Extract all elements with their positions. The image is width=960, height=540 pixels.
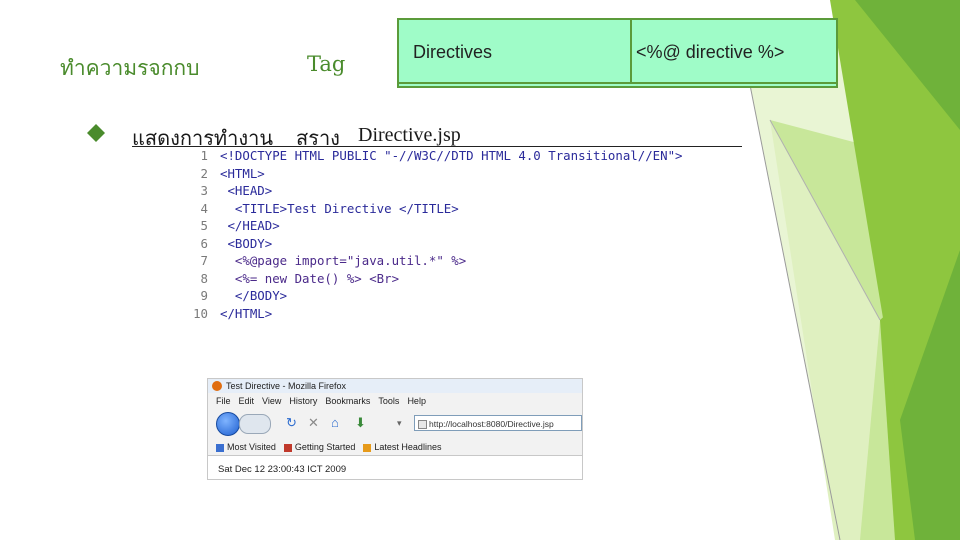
address-bar[interactable]: http://localhost:8080/Directive.jsp: [414, 415, 582, 431]
bookmark-item[interactable]: Getting Started: [283, 442, 356, 452]
menu-item-view[interactable]: View: [262, 396, 281, 406]
menu-item-help[interactable]: Help: [407, 396, 426, 406]
menu-item-bookmarks[interactable]: Bookmarks: [325, 396, 370, 406]
page-content: Sat Dec 12 23:00:43 ICT 2009: [208, 456, 582, 479]
line-number: 7: [200, 253, 208, 268]
browser-screenshot: Test Directive - Mozilla Firefox File Edi…: [207, 378, 583, 480]
code-text: <BODY>: [220, 235, 273, 251]
menu-item-tools[interactable]: Tools: [378, 396, 399, 406]
code-text: <HEAD>: [220, 183, 273, 198]
code-line: 6 <BODY>: [190, 235, 273, 254]
menu-item-file[interactable]: File: [216, 396, 231, 406]
line-number: 4: [200, 200, 208, 216]
code-listing: 1 <!DOCTYPE HTML PUBLIC "-//W3C//DTD HTML…: [190, 148, 745, 334]
menu-item-edit[interactable]: Edit: [239, 396, 255, 406]
slide-title-tag: Tag: [307, 52, 346, 76]
directive-syntax-cell: <%@ directive %>: [636, 42, 785, 62]
line-number: 3: [200, 183, 208, 198]
table-row-divider: [399, 82, 836, 84]
menu-item-history[interactable]: History: [289, 396, 317, 406]
code-line: 4 <TITLE>Test Directive </TITLE>: [190, 201, 459, 219]
line-number: 2: [200, 165, 208, 181]
directives-cell: Directives: [399, 20, 632, 84]
code-text: </BODY>: [220, 288, 288, 303]
bookmark-icon: [283, 443, 292, 452]
dropdown-icon[interactable]: ▾: [397, 416, 402, 430]
bookmark-label: Getting Started: [294, 442, 356, 452]
code-line: 1 <!DOCTYPE HTML PUBLIC "-//W3C//DTD HTML…: [190, 148, 683, 166]
line-number: 5: [200, 218, 208, 233]
bookmarks-toolbar: Most Visited Getting Started Latest Headli…: [208, 439, 582, 456]
code-line: 9 </BODY>: [190, 288, 288, 306]
code-line: 8 <%= new Date() %> <Br>: [190, 270, 400, 289]
code-text: <!DOCTYPE HTML PUBLIC "-//W3C//DTD HTML …: [220, 148, 683, 163]
line-number: 6: [200, 235, 208, 251]
bookmark-item[interactable]: Latest Headlines: [363, 442, 441, 452]
line-number: 10: [193, 305, 208, 321]
bookmark-icon: [216, 443, 224, 452]
browser-window-title: Test Directive - Mozilla Firefox: [226, 381, 347, 391]
line-number: 8: [200, 270, 208, 286]
line-number: 9: [200, 288, 208, 303]
bookmark-icon: [363, 443, 372, 452]
slide-title: ทำความรจกกบ: [60, 56, 200, 80]
bookmark-label: Latest Headlines: [374, 442, 442, 452]
firefox-icon: [212, 381, 222, 391]
bullet-filename: Directive.jsp: [358, 124, 461, 146]
browser-title-bar: Test Directive - Mozilla Firefox: [208, 379, 582, 393]
code-line: 5 </HEAD>: [190, 218, 280, 236]
code-text: </HTML>: [220, 305, 273, 321]
browser-menu-bar: File Edit View History Bookmarks Tools Help: [208, 394, 582, 408]
reload-icon[interactable]: ↻: [286, 416, 297, 430]
code-text: <HTML>: [220, 165, 265, 181]
code-text: </HEAD>: [220, 218, 280, 233]
page-icon: [418, 420, 427, 429]
code-line: 10 </HTML>: [190, 306, 272, 324]
diamond-bullet-icon: [87, 124, 105, 142]
forward-button[interactable]: [239, 414, 271, 434]
bookmark-label: Most Visited: [227, 442, 276, 452]
bullet-underline: [132, 146, 742, 147]
stop-icon[interactable]: ✕: [308, 416, 319, 430]
back-button[interactable]: [216, 412, 240, 436]
browser-nav-toolbar: ↻ ✕ ⌂ ⬇ ▾ http://localhost:8080/Directiv…: [208, 409, 582, 437]
code-line: 2 <HTML>: [190, 166, 265, 184]
home-icon[interactable]: ⌂: [331, 416, 339, 430]
code-text: <%@page import="java.util.*" %>: [220, 253, 467, 268]
code-text: <%= new Date() %> <Br>: [220, 270, 400, 286]
bookmark-item[interactable]: Most Visited: [216, 442, 276, 452]
address-bar-url: http://localhost:8080/Directive.jsp: [429, 419, 554, 429]
line-number: 1: [200, 148, 208, 163]
code-text: <TITLE>Test Directive </TITLE>: [220, 200, 459, 216]
code-line: 3 <HEAD>: [190, 183, 273, 201]
code-line: 7 <%@page import="java.util.*" %>: [190, 253, 467, 271]
directives-table: Directives <%@ directive %>: [397, 18, 838, 88]
download-icon[interactable]: ⬇: [355, 416, 366, 430]
